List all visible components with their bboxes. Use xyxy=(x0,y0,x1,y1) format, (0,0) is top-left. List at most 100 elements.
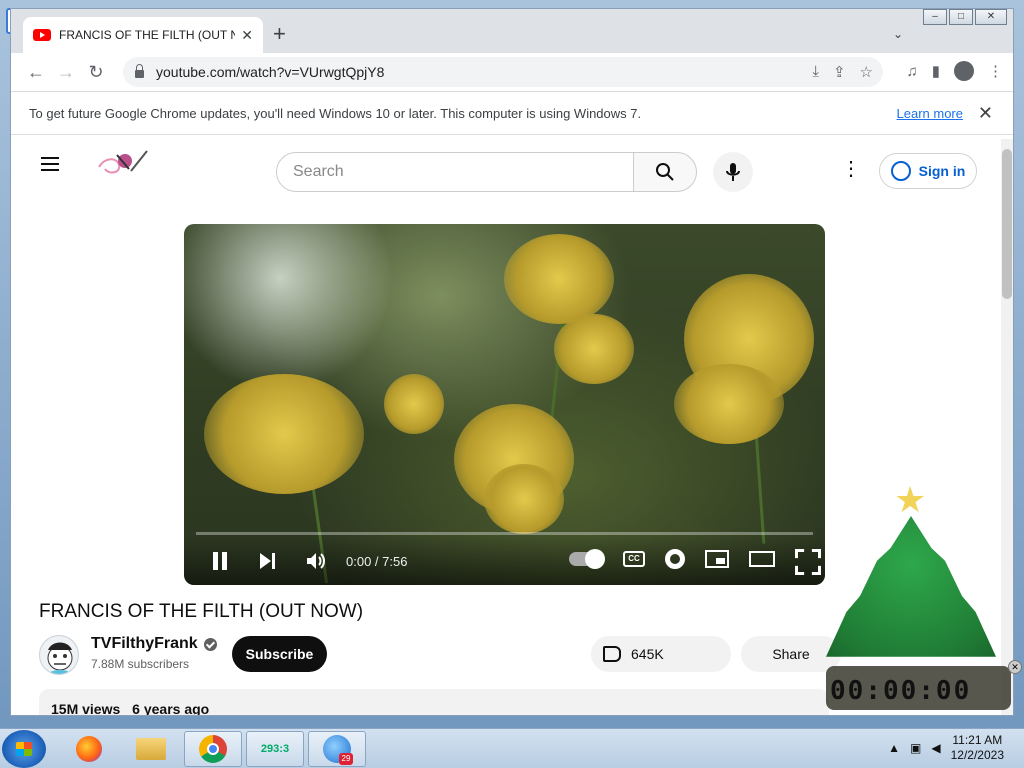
channel-avatar-face-icon xyxy=(47,642,73,674)
like-button[interactable]: 645K xyxy=(591,636,731,672)
bookmark-star-icon[interactable]: ☆ xyxy=(860,63,873,81)
sign-in-button[interactable]: Sign in xyxy=(879,153,977,189)
youtube-favicon-icon xyxy=(33,29,51,41)
browser-toolbar: ← → ↻ youtube.com/watch?v=VUrwgtQpjY8 ⤓ … xyxy=(11,53,1013,91)
gadget-counter: 00:00:00 xyxy=(830,676,972,706)
miniplayer-icon[interactable] xyxy=(705,550,729,568)
player-right-controls: CC xyxy=(569,549,815,569)
chrome-menu-icon[interactable]: ⋮ xyxy=(988,62,1003,80)
tab-title: FRANCIS OF THE FILTH (OUT NOW) xyxy=(59,28,235,42)
sign-in-label: Sign in xyxy=(918,163,966,179)
folder-icon xyxy=(136,738,166,760)
voice-search-button[interactable] xyxy=(713,152,753,192)
christmas-tree-gadget[interactable]: ★ 00:00:00 ✕ xyxy=(786,480,1024,720)
next-button[interactable] xyxy=(244,552,292,570)
search-placeholder: Search xyxy=(293,163,344,180)
autoplay-toggle[interactable] xyxy=(569,549,605,569)
firefox-icon xyxy=(76,736,102,762)
toolbar-right-icons: ♫ ▮ ⋮ xyxy=(906,61,1003,81)
video-frame-flower xyxy=(554,314,634,384)
media-control-icon[interactable]: ♫ xyxy=(906,63,917,80)
menu-hamburger-icon[interactable] xyxy=(41,157,59,171)
clock-time: 11:21 AM xyxy=(952,733,1003,747)
tab-youtube[interactable]: FRANCIS OF THE FILTH (OUT NOW) ✕ xyxy=(23,17,263,53)
pause-button[interactable] xyxy=(196,552,244,570)
new-tab-button[interactable]: + xyxy=(273,23,286,45)
globe-icon: 29 xyxy=(323,735,353,765)
like-count: 645K xyxy=(631,646,664,662)
gadget-close-icon[interactable]: ✕ xyxy=(1008,660,1022,674)
youtube-header: Search ⋮ Sign in xyxy=(11,135,1001,195)
notification-badge: 29 xyxy=(339,753,353,765)
tab-close-icon[interactable]: ✕ xyxy=(241,27,253,44)
theater-mode-icon[interactable] xyxy=(749,551,775,567)
system-tray: ▲ ▣ ◀ 11:21 AM 12/2/2023 xyxy=(888,733,1004,763)
search-icon xyxy=(656,163,674,181)
forward-button[interactable]: → xyxy=(51,62,81,83)
video-title: FRANCIS OF THE FILTH (OUT NOW) xyxy=(39,601,364,622)
youtube-logo[interactable] xyxy=(95,143,151,183)
search-input[interactable]: Search xyxy=(276,152,634,192)
taskbar-chrome[interactable] xyxy=(184,731,242,767)
captions-cc-icon[interactable]: CC xyxy=(623,551,645,567)
learn-more-link[interactable]: Learn more xyxy=(897,106,963,121)
channel-name[interactable]: TVFilthyFrank xyxy=(91,635,217,653)
description-box[interactable]: 15M views 6 years ago xyxy=(39,689,829,716)
url-text: youtube.com/watch?v=VUrwgtQpjY8 xyxy=(156,64,385,80)
infobar-message: To get future Google Chrome updates, you… xyxy=(29,105,642,121)
search-button[interactable] xyxy=(633,152,697,192)
omnibox-icons: ⤓ ⇪ ☆ xyxy=(812,63,873,81)
settings-more-icon[interactable]: ⋮ xyxy=(841,159,861,179)
taskbar-tree-gadget[interactable]: 293:3 xyxy=(246,731,304,767)
user-icon xyxy=(890,161,911,181)
start-button[interactable] xyxy=(2,730,46,768)
speaker-icon[interactable]: ◀ xyxy=(931,741,940,755)
install-app-icon[interactable]: ⤓ xyxy=(812,63,819,81)
video-frame-flower xyxy=(674,364,784,444)
taskbar-firefox[interactable] xyxy=(60,731,118,767)
taskbar-explorer[interactable] xyxy=(122,731,180,767)
chrome-update-infobar: To get future Google Chrome updates, you… xyxy=(11,91,1013,135)
windows-taskbar: 293:3 29 ▲ ▣ ◀ 11:21 AM 12/2/2023 xyxy=(0,728,1024,768)
verified-check-icon xyxy=(203,637,217,651)
tab-search-chevron-icon[interactable]: ⌄ xyxy=(893,27,903,41)
tree-gadget-badge: 293:3 xyxy=(260,743,290,755)
next-icon xyxy=(260,553,275,569)
back-button[interactable]: ← xyxy=(21,62,51,83)
clock[interactable]: 11:21 AM 12/2/2023 xyxy=(951,733,1004,763)
subscribe-button[interactable]: Subscribe xyxy=(232,636,327,672)
channel-name-text[interactable]: TVFilthyFrank xyxy=(91,635,198,653)
settings-gear-icon[interactable] xyxy=(665,549,685,569)
taskbar-globe-app[interactable]: 29 xyxy=(308,731,366,767)
share-icon[interactable]: ⇪ xyxy=(833,63,846,81)
side-panel-icon[interactable]: ▮ xyxy=(932,62,940,80)
pause-icon xyxy=(213,552,227,570)
video-frame-flower xyxy=(504,234,614,324)
reload-button[interactable]: ↻ xyxy=(81,62,111,83)
volume-button[interactable] xyxy=(292,552,340,570)
infobar-close-icon[interactable]: ✕ xyxy=(978,103,993,124)
player-controls: 0:00 / 7:56 CC xyxy=(184,537,825,585)
view-count: 15M views xyxy=(51,701,121,716)
channel-avatar[interactable] xyxy=(39,635,79,675)
chrome-icon xyxy=(199,735,227,763)
address-bar[interactable]: youtube.com/watch?v=VUrwgtQpjY8 ⤓ ⇪ ☆ xyxy=(123,57,883,87)
video-frame-flower xyxy=(484,464,564,534)
tab-strip: FRANCIS OF THE FILTH (OUT NOW) ✕ + ⌄ xyxy=(11,9,1013,53)
video-frame-flower xyxy=(204,374,364,494)
time-display: 0:00 / 7:56 xyxy=(346,553,408,569)
profile-avatar-icon[interactable] xyxy=(954,61,974,81)
microphone-icon xyxy=(726,163,740,181)
christmas-tree-icon xyxy=(826,516,996,657)
network-icon[interactable]: ▣ xyxy=(910,741,921,755)
volume-icon xyxy=(307,553,325,569)
video-player[interactable]: 0:00 / 7:56 CC xyxy=(184,224,825,585)
thumbs-up-icon xyxy=(603,646,621,662)
lock-icon[interactable] xyxy=(135,64,144,78)
tree-star-icon: ★ xyxy=(894,479,927,520)
video-progress-bar[interactable] xyxy=(196,532,813,535)
show-hidden-icons-icon[interactable]: ▲ xyxy=(888,741,900,755)
publish-date: 6 years ago xyxy=(132,701,210,716)
video-frame-flower xyxy=(384,374,444,434)
scrollbar-thumb[interactable] xyxy=(1002,149,1012,299)
